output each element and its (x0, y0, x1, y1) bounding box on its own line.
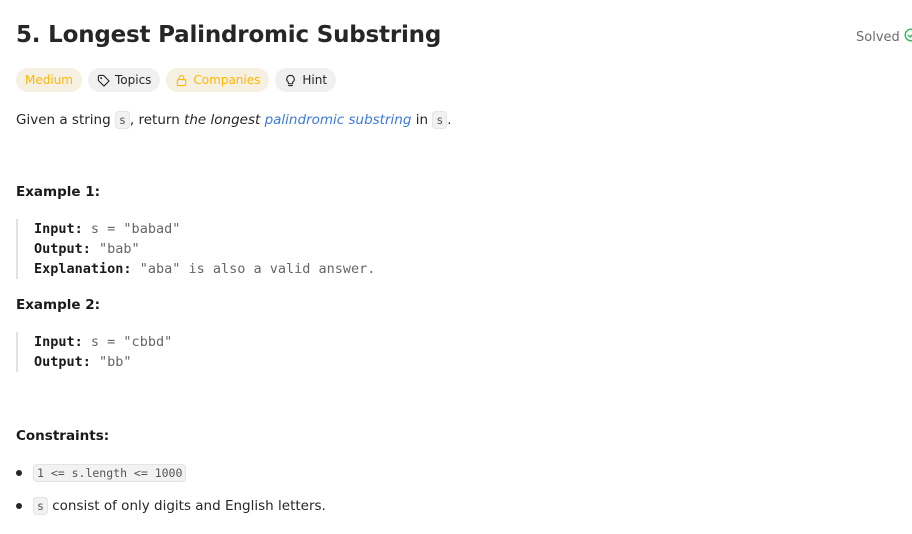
problem-title: 5. Longest Palindromic Substring (16, 22, 442, 48)
constraints-title: Constraints: (16, 428, 110, 444)
palindromic-substring-link[interactable]: palindromic substring (265, 112, 412, 128)
companies-button[interactable]: Companies (166, 68, 270, 92)
output-label: Output: (34, 241, 91, 257)
tag-icon (97, 74, 110, 87)
difficulty-label: Medium (25, 73, 73, 87)
desc-text: in (415, 112, 429, 128)
desc-text: Given a string (16, 112, 111, 128)
inline-code: s (114, 111, 130, 129)
output-label: Output: (34, 354, 91, 370)
hint-button[interactable]: Hint (275, 68, 337, 92)
example-output-line: Output: "bb" (34, 352, 172, 372)
constraint-code: s (33, 497, 48, 515)
solved-indicator: Solved (856, 28, 912, 46)
list-item: s consist of only digits and English let… (16, 495, 326, 528)
list-item: 1 <= s.length <= 1000 (16, 462, 326, 495)
example-output-line: Output: "bab" (34, 239, 375, 259)
inline-code: s (432, 111, 448, 129)
bullet (16, 470, 22, 476)
topics-button[interactable]: Topics (87, 68, 161, 92)
hint-label: Hint (302, 73, 328, 87)
output-value: "bb" (99, 354, 132, 370)
example-input-line: Input: s = "babad" (34, 219, 375, 239)
difficulty-badge[interactable]: Medium (16, 68, 82, 92)
input-value: s = "babad" (90, 221, 181, 237)
input-label: Input: (34, 334, 83, 350)
companies-label: Companies (193, 73, 261, 87)
tag-row: Medium Topics Companies Hint (16, 68, 337, 92)
constraint-code: 1 <= s.length <= 1000 (33, 464, 187, 482)
problem-description: Given a string s, return the longest pal… (16, 110, 452, 130)
check-circle-icon (904, 28, 912, 46)
example-input-line: Input: s = "cbbd" (34, 332, 172, 352)
input-label: Input: (34, 221, 83, 237)
example-1-title: Example 1: (16, 184, 101, 200)
input-value: s = "cbbd" (90, 334, 173, 350)
bullet (16, 503, 22, 509)
output-value: "bab" (99, 241, 140, 257)
example-2-title: Example 2: (16, 297, 101, 313)
topics-label: Topics (114, 73, 152, 87)
lightbulb-icon (284, 74, 297, 87)
desc-emphasis: the longest (184, 112, 261, 128)
explanation-value: "aba" is also a valid answer. (139, 261, 376, 277)
desc-text: . (447, 112, 452, 128)
constraints-list: 1 <= s.length <= 1000 s consist of only … (16, 462, 326, 528)
example-explanation-line: Explanation: "aba" is also a valid answe… (34, 259, 375, 279)
desc-text: , return (129, 112, 180, 128)
example-2-block: Input: s = "cbbd" Output: "bb" (16, 332, 172, 372)
explanation-label: Explanation: (34, 261, 132, 277)
solved-label: Solved (856, 29, 900, 45)
example-1-block: Input: s = "babad" Output: "bab" Explana… (16, 219, 375, 279)
constraint-text: consist of only digits and English lette… (52, 498, 326, 514)
lock-icon (175, 74, 188, 87)
